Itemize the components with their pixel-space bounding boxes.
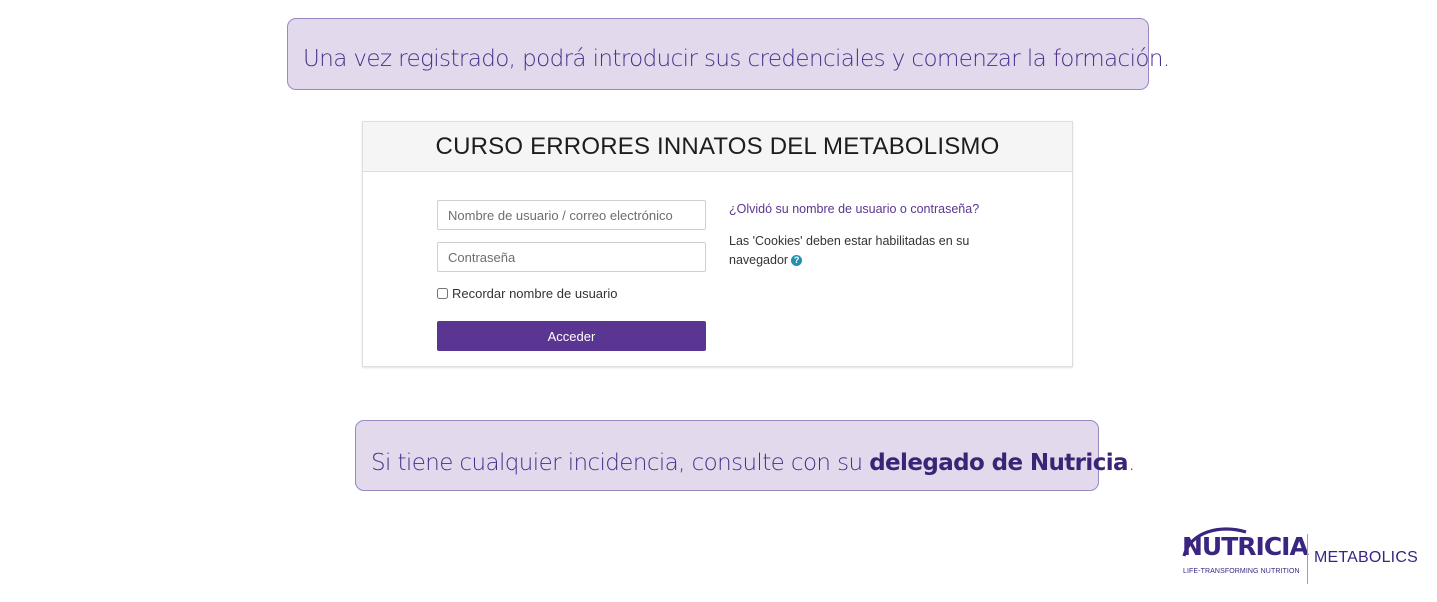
cookies-note-text: Las 'Cookies' deben estar habilitadas en… xyxy=(729,234,970,267)
nutricia-metabolics-logo: NUTRICIA LIFE-TRANSFORMING NUTRITION MET… xyxy=(1180,526,1420,588)
login-button[interactable]: Acceder xyxy=(437,321,706,351)
username-input[interactable] xyxy=(437,200,706,230)
remember-username[interactable]: Recordar nombre de usuario xyxy=(437,286,617,301)
remember-checkbox[interactable] xyxy=(437,288,448,299)
support-text-prefix: Si tiene cualquier incidencia, consulte … xyxy=(371,450,870,476)
support-callout: Si tiene cualquier incidencia, consulte … xyxy=(355,420,1135,491)
course-title: CURSO ERRORES INNATOS DEL METABOLISMO xyxy=(363,122,1072,172)
brand-division: METABOLICS xyxy=(1314,549,1418,566)
brand-tagline: LIFE-TRANSFORMING NUTRITION xyxy=(1183,568,1300,575)
instruction-callout: Una vez registrado, podrá introducir sus… xyxy=(287,18,1170,90)
forgot-credentials-link[interactable]: ¿Olvidó su nombre de usuario o contraseñ… xyxy=(729,202,979,216)
instruction-text: Una vez registrado, podrá introducir sus… xyxy=(303,46,1170,72)
login-panel: CURSO ERRORES INNATOS DEL METABOLISMO Re… xyxy=(362,121,1073,367)
support-text-bold: delegado de Nutricia xyxy=(869,450,1128,476)
question-circle-icon[interactable]: ? xyxy=(791,255,803,267)
password-input[interactable] xyxy=(437,242,706,272)
brand-divider xyxy=(1307,534,1308,584)
support-text-suffix: . xyxy=(1127,450,1135,476)
cookies-note: Las 'Cookies' deben estar habilitadas en… xyxy=(729,232,989,270)
brand-name: NUTRICIA xyxy=(1182,532,1309,561)
remember-label: Recordar nombre de usuario xyxy=(452,286,618,301)
